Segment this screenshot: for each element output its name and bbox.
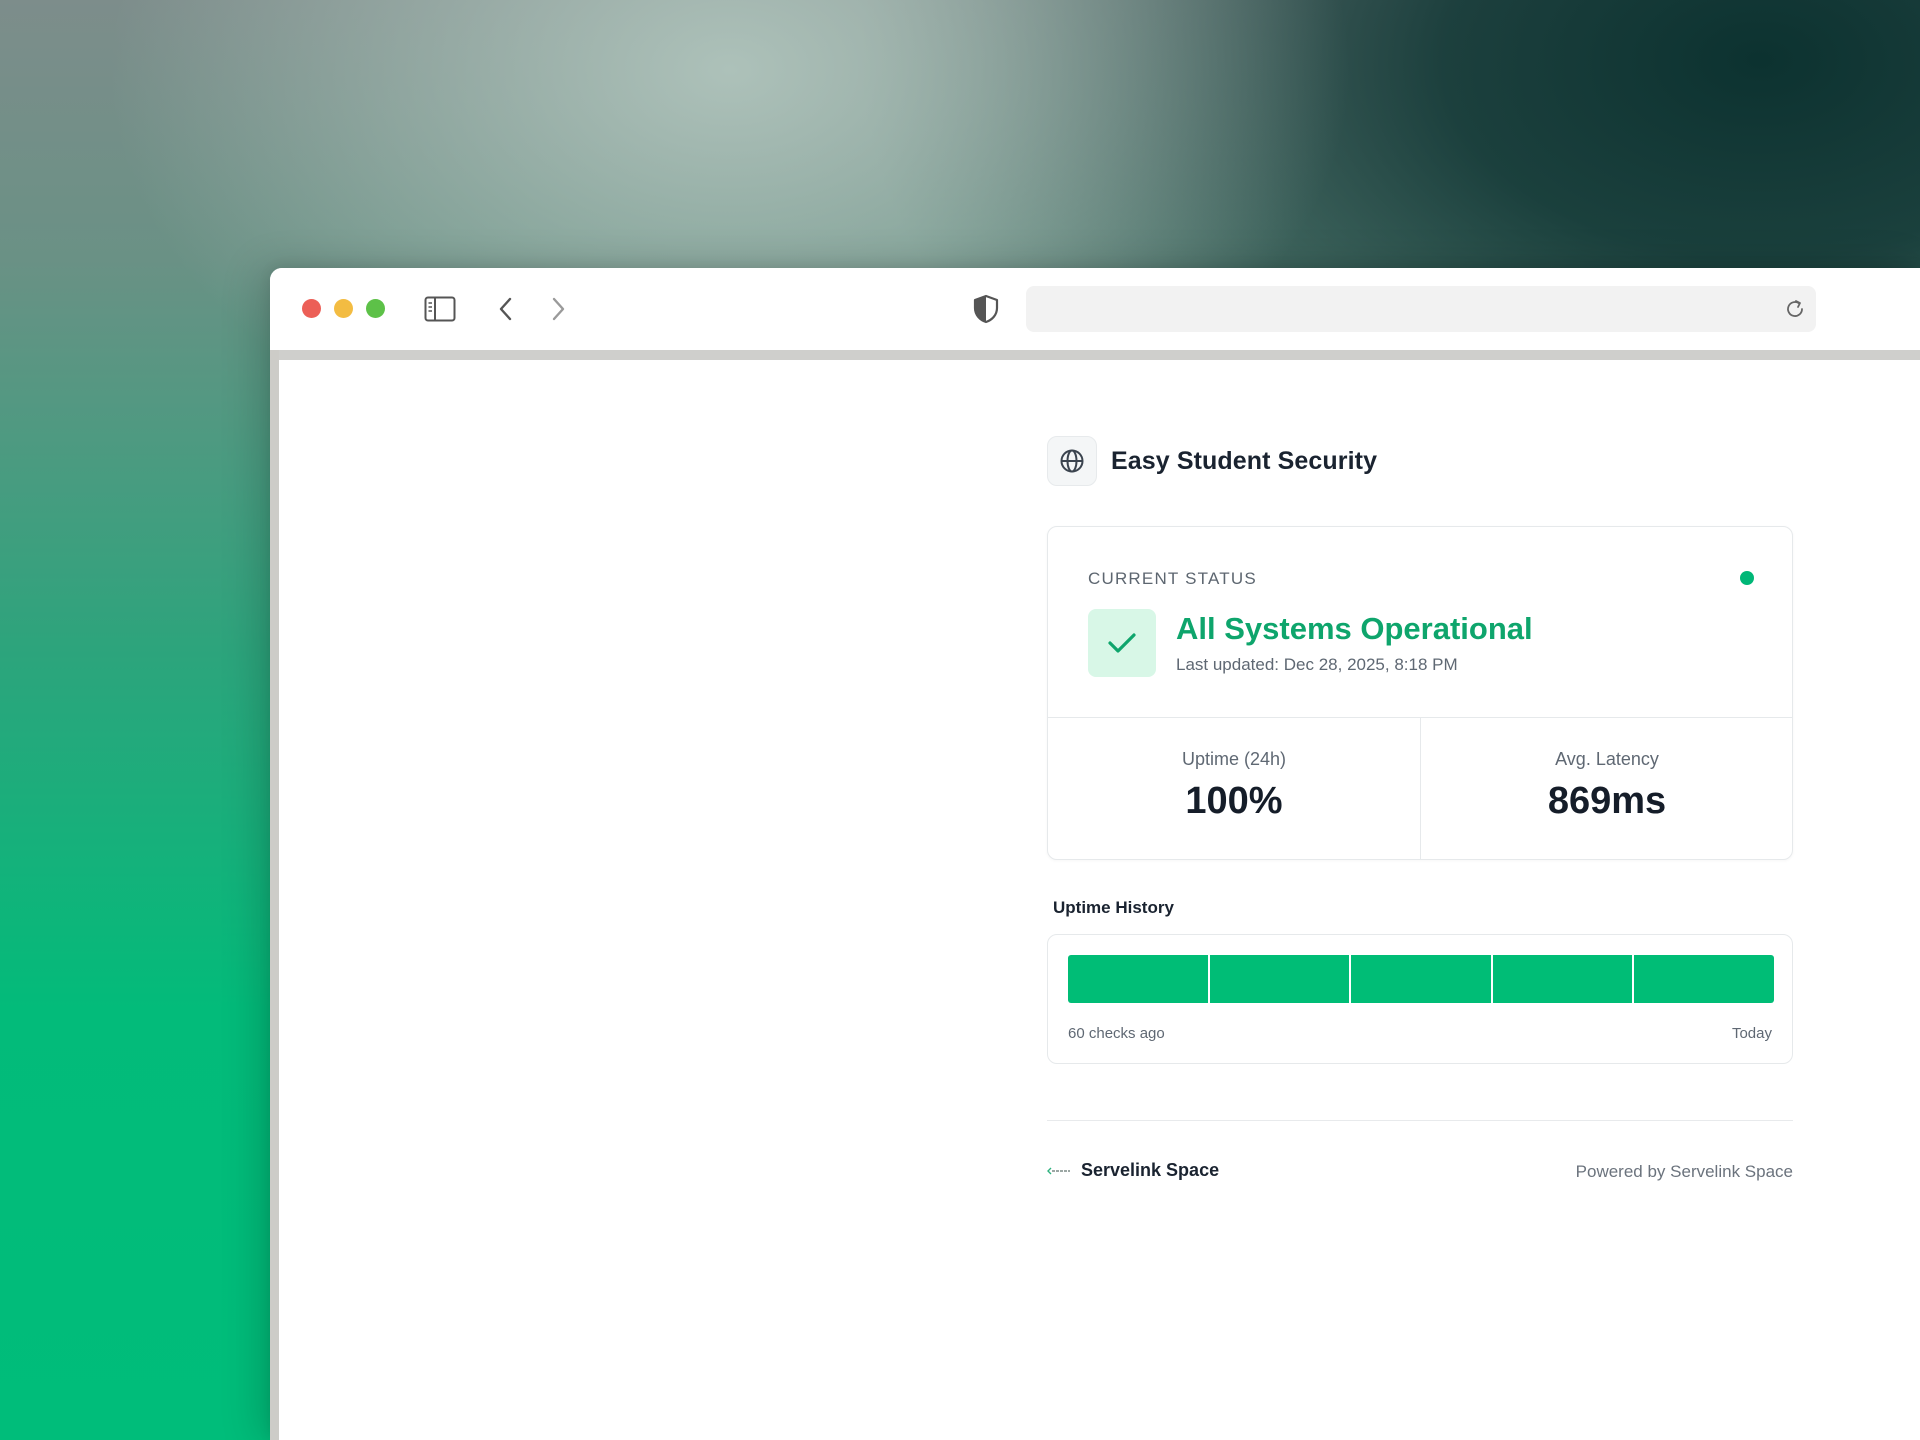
brand-logo-icon xyxy=(1047,1167,1070,1174)
globe-icon xyxy=(1047,436,1097,486)
footer-divider xyxy=(1047,1120,1793,1121)
toolbar-divider xyxy=(270,350,1920,360)
uptime-bar-segment[interactable] xyxy=(1068,955,1208,1003)
uptime-bars xyxy=(1068,955,1774,1003)
history-start-label: 60 checks ago xyxy=(1068,1025,1165,1042)
chevron-left-icon[interactable] xyxy=(496,294,516,324)
address-bar[interactable] xyxy=(1026,286,1816,332)
chevron-right-icon[interactable] xyxy=(548,294,568,324)
uptime-metric: Uptime (24h) 100% xyxy=(1048,717,1421,859)
status-label: CURRENT STATUS xyxy=(1088,569,1257,588)
uptime-label: Uptime (24h) xyxy=(1181,749,1287,769)
check-icon xyxy=(1088,609,1156,677)
uptime-bar-segment[interactable] xyxy=(1209,955,1350,1003)
status-card: CURRENT STATUS All Systems Operational L… xyxy=(1047,526,1793,860)
uptime-history-title: Uptime History xyxy=(1053,898,1174,917)
minimize-window-button[interactable] xyxy=(334,299,353,318)
uptime-value: 100% xyxy=(1185,780,1283,822)
uptime-bar-segment[interactable] xyxy=(1492,955,1633,1003)
browser-toolbar xyxy=(270,268,1920,350)
uptime-bar-segment[interactable] xyxy=(1351,955,1491,1003)
latency-value: 869ms xyxy=(1547,780,1667,822)
site-name: Easy Student Security xyxy=(1111,446,1378,475)
footer-brand[interactable]: Servelink Space xyxy=(1047,1160,1219,1181)
zoom-window-button[interactable] xyxy=(366,299,385,318)
uptime-history-card: 60 checks ago Today xyxy=(1047,934,1793,1064)
uptime-bar-segment[interactable] xyxy=(1634,955,1774,1003)
last-updated: Last updated: Dec 28, 2025, 8:18 PM xyxy=(1176,655,1458,674)
live-status-dot xyxy=(1740,571,1754,585)
reload-icon[interactable] xyxy=(1784,298,1806,320)
shield-icon[interactable] xyxy=(972,294,1000,324)
site-header: Easy Student Security xyxy=(1047,436,1377,486)
powered-by-link[interactable]: Powered by Servelink Space xyxy=(1576,1162,1793,1182)
window-left-edge xyxy=(270,350,279,1440)
latency-metric: Avg. Latency 869ms xyxy=(1421,717,1793,859)
close-window-button[interactable] xyxy=(302,299,321,318)
browser-window: Easy Student Security CURRENT STATUS All… xyxy=(270,268,1920,1440)
status-summary: CURRENT STATUS All Systems Operational L… xyxy=(1048,527,1792,718)
brand-name: Servelink Space xyxy=(1081,1160,1220,1180)
sidebar-icon[interactable] xyxy=(424,296,456,322)
status-title: All Systems Operational xyxy=(1176,611,1533,646)
latency-label: Avg. Latency xyxy=(1555,749,1659,769)
history-end-label: Today xyxy=(1731,1025,1772,1042)
